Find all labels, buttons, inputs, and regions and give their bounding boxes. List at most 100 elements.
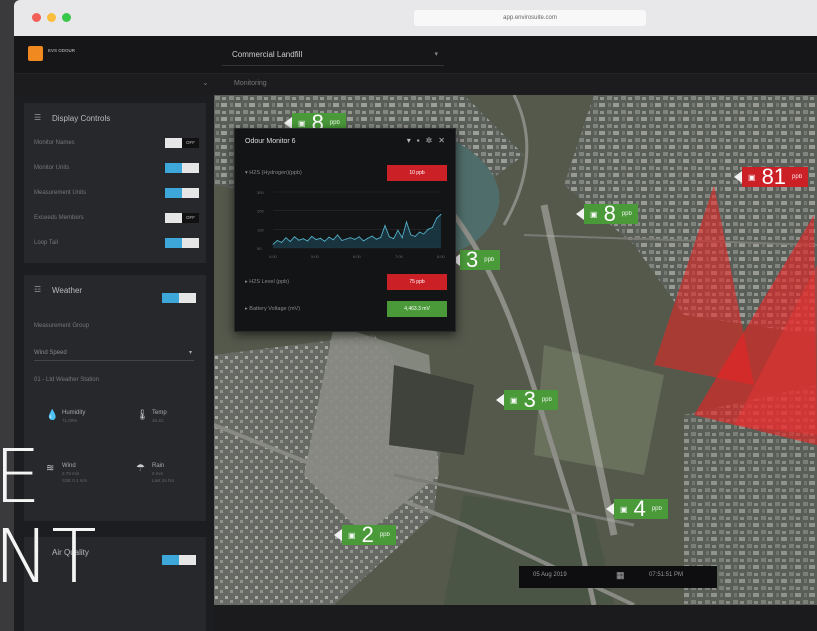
minimize-icon[interactable]: ▾ bbox=[407, 136, 411, 145]
data-point bbox=[363, 240, 364, 242]
popup-row-h2s-graph[interactable]: ▾ H2S (Hydrogen)(ppb) 10 ppb bbox=[245, 165, 447, 181]
maximize-window-button[interactable] bbox=[62, 13, 71, 22]
timeline-tick: · bbox=[417, 612, 419, 617]
monitor-names-toggle[interactable]: OFF bbox=[165, 138, 199, 148]
timeline-tick: · bbox=[336, 612, 338, 617]
data-point bbox=[341, 240, 343, 241]
sub-header: ⌄ Monitoring bbox=[14, 74, 817, 95]
date-time-bar: 05 Aug 2019 ▦ 07:51:51 PM bbox=[519, 566, 717, 588]
popup-title: Odour Monitor 6 bbox=[245, 138, 296, 145]
time-field[interactable]: 07:51:51 PM bbox=[649, 572, 683, 578]
data-point bbox=[410, 234, 412, 236]
close-window-button[interactable] bbox=[32, 13, 41, 22]
calendar-icon[interactable]: ▦ bbox=[616, 570, 625, 581]
y-tick-label: 200 bbox=[257, 209, 264, 214]
data-point bbox=[311, 236, 313, 237]
weather-icon: ☲ bbox=[34, 285, 42, 294]
timeline-tick: · bbox=[552, 612, 554, 617]
timeline-tick: · bbox=[660, 612, 662, 617]
popup-row-battery[interactable]: ▸ Battery Voltage (mV) 4,463.3 mV bbox=[245, 301, 447, 317]
chevron-down-icon: ▾ bbox=[434, 51, 438, 58]
measurement-units-toggle[interactable] bbox=[165, 188, 199, 198]
brand-logo-text: EVS ODOUR bbox=[48, 48, 76, 53]
x-tick-label: 4:00 bbox=[269, 254, 278, 259]
browser-chrome: app.envirosuite.com bbox=[14, 0, 817, 36]
breadcrumb: Monitoring bbox=[234, 80, 267, 87]
x-tick-label: 8:00 bbox=[437, 254, 445, 259]
rain-icon: ☂ bbox=[136, 463, 145, 474]
marker-pointer bbox=[734, 171, 742, 183]
timeline-scrubber[interactable]: · · · · · · · · · · · · · · · · · · · · · · bbox=[214, 605, 817, 631]
data-point bbox=[328, 236, 330, 238]
address-bar[interactable]: app.envirosuite.com bbox=[414, 10, 646, 26]
site-selector[interactable]: Commercial Landfill ▾ bbox=[222, 44, 444, 66]
timeline-tick: · bbox=[363, 612, 365, 617]
monitor-marker[interactable]: ▣ 3 ppb bbox=[496, 389, 558, 411]
data-point bbox=[401, 237, 403, 239]
monitor-marker[interactable]: ▣ 4 ppb bbox=[606, 498, 668, 520]
data-point bbox=[436, 217, 438, 219]
data-point bbox=[337, 234, 339, 236]
close-icon[interactable]: ✕ bbox=[438, 136, 445, 145]
expand-chevron-icon: ▸ bbox=[245, 279, 248, 285]
marker-pointer bbox=[334, 529, 342, 541]
window-controls[interactable] bbox=[32, 13, 71, 22]
data-point bbox=[350, 237, 351, 239]
humidity-icon: 💧 bbox=[46, 410, 59, 421]
measurement-group-select[interactable]: Wind Speed ▾ bbox=[34, 345, 194, 361]
loop-tail-toggle[interactable] bbox=[165, 238, 199, 248]
data-point bbox=[294, 236, 295, 238]
overlay-letter: NT bbox=[0, 514, 99, 600]
monitor-marker[interactable]: ▣ 8 ppb bbox=[576, 203, 638, 225]
monitor-marker[interactable]: 3 ppb bbox=[452, 249, 501, 271]
chevron-down-icon: ▾ bbox=[188, 350, 192, 356]
settings-icon[interactable]: ✲ bbox=[426, 136, 433, 145]
toggle-row-measurement-units: Measurement Units bbox=[34, 186, 199, 200]
data-point bbox=[427, 228, 429, 230]
screenshot-stage: app.envirosuite.com EVS ODOUR Commercial… bbox=[0, 0, 817, 631]
monitor-marker-alert[interactable]: ▣ 81 ppb bbox=[734, 166, 809, 188]
sliders-icon: ☰ bbox=[34, 113, 42, 122]
data-point bbox=[281, 242, 283, 243]
monitor-icon: ▣ bbox=[298, 118, 306, 128]
weather-panel: ☲ Weather Measurement Group Wind Speed ▾ 0… bbox=[24, 275, 206, 521]
minimize-window-button[interactable] bbox=[47, 13, 56, 22]
data-point bbox=[298, 239, 300, 241]
y-tick-label: 100 bbox=[257, 227, 264, 232]
h2s-line-chart: 300 200 100 50 4:00 5:00 6:00 7:00 8:00 bbox=[255, 186, 446, 262]
temp-icon: 🌡 bbox=[136, 410, 149, 421]
popup-row-h2s-level[interactable]: ▸ H2S Level (ppb) 75 ppb bbox=[245, 274, 447, 290]
export-icon[interactable]: ▪ bbox=[417, 136, 420, 145]
data-point bbox=[406, 221, 407, 223]
timeline-tick: · bbox=[633, 612, 635, 617]
data-point bbox=[431, 227, 433, 228]
monitor-marker[interactable]: ▣ 2 ppb bbox=[334, 524, 396, 546]
data-point bbox=[388, 236, 390, 238]
timeline-tick: · bbox=[228, 612, 230, 617]
timeline-tick: · bbox=[795, 612, 797, 617]
x-tick-label: 5:00 bbox=[311, 254, 320, 259]
monitor-icon: ▣ bbox=[510, 395, 518, 405]
date-field[interactable]: 05 Aug 2019 bbox=[533, 572, 567, 578]
brand-logo-icon[interactable] bbox=[28, 46, 43, 61]
data-point bbox=[419, 231, 420, 233]
monitor-units-toggle[interactable] bbox=[165, 163, 199, 173]
exceeds-members-toggle[interactable]: OFF bbox=[165, 213, 199, 223]
monitor-icon: ▣ bbox=[620, 504, 628, 514]
x-tick-label: 7:00 bbox=[395, 254, 404, 259]
expand-chevron-icon: ▸ bbox=[245, 306, 248, 312]
popup-toolbar: ▾ ▪ ✲ ✕ bbox=[407, 136, 445, 145]
data-point bbox=[276, 240, 278, 241]
air-quality-toggle[interactable] bbox=[162, 555, 196, 565]
data-point bbox=[289, 241, 291, 242]
weather-toggle[interactable] bbox=[162, 293, 196, 303]
toggle-row-monitor-units: Monitor Units bbox=[34, 161, 199, 175]
timeline-tick: · bbox=[714, 612, 716, 617]
collapse-sidebar-icon[interactable]: ⌄ bbox=[202, 78, 209, 87]
timeline-tick: · bbox=[768, 612, 770, 617]
data-point bbox=[423, 233, 425, 235]
timeline-tick: · bbox=[282, 612, 284, 617]
data-point bbox=[397, 229, 399, 231]
monitor-icon: ▣ bbox=[348, 530, 356, 540]
timeline-tick: · bbox=[525, 612, 527, 617]
